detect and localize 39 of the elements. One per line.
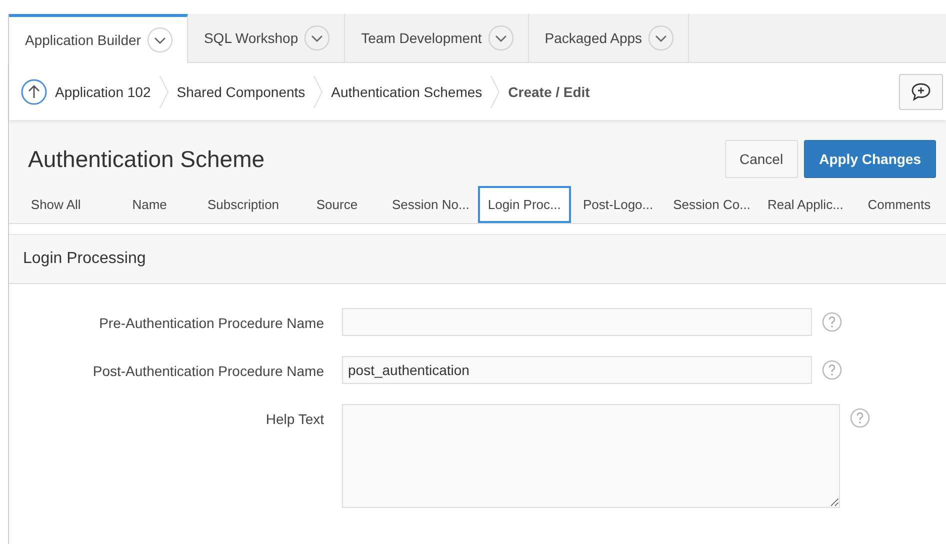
- section-tab[interactable]: Real Applic...: [758, 186, 852, 223]
- section-tab[interactable]: Subscription: [196, 186, 290, 223]
- help-icon[interactable]: [850, 408, 870, 428]
- chevron-down-icon: [648, 25, 674, 51]
- nav-tab[interactable]: Team Development: [345, 14, 529, 62]
- section-tab[interactable]: Show All: [9, 186, 103, 223]
- input-field[interactable]: [342, 308, 812, 336]
- feedback-button[interactable]: [899, 74, 943, 110]
- section-tab[interactable]: Login Proc...: [478, 186, 572, 223]
- section-tab[interactable]: Session Co...: [664, 186, 759, 223]
- breadcrumb-link[interactable]: Shared Components: [174, 84, 308, 100]
- breadcrumb-link[interactable]: Application 102: [53, 84, 153, 100]
- input-field[interactable]: post_authentication: [342, 356, 812, 384]
- breadcrumb-separator-icon: [313, 74, 324, 108]
- speech-bubble-plus-icon: [911, 82, 931, 100]
- section-tab[interactable]: Source: [290, 186, 384, 223]
- nav-tab[interactable]: Packaged Apps: [528, 14, 690, 62]
- chevron-down-icon: [304, 25, 330, 51]
- region-title: Login Processing: [23, 250, 146, 268]
- page-title: Authentication Scheme: [28, 146, 265, 172]
- breadcrumb-separator-icon: [490, 74, 500, 108]
- field-label: Help Text: [264, 410, 325, 429]
- section-tab[interactable]: Post-Logo...: [571, 186, 665, 223]
- field-label: Post-Authentication Procedure Name: [92, 362, 325, 381]
- chevron-down-icon: [488, 25, 514, 51]
- cancel-button[interactable]: Cancel: [724, 140, 798, 178]
- apply-changes-button[interactable]: Apply Changes: [804, 140, 936, 178]
- section-tab[interactable]: Comments: [852, 186, 946, 223]
- breadcrumb-link[interactable]: Authentication Schemes: [329, 84, 484, 100]
- breadcrumb-separator-icon: [158, 74, 169, 108]
- nav-tab[interactable]: SQL Workshop: [188, 14, 346, 62]
- section-tab[interactable]: Name: [102, 186, 196, 223]
- chevron-down-icon: [146, 27, 173, 53]
- text-area[interactable]: [342, 404, 840, 508]
- help-icon[interactable]: [822, 360, 842, 380]
- field-label: Pre-Authentication Procedure Name: [98, 314, 325, 333]
- nav-tab[interactable]: Application Builder: [9, 14, 188, 63]
- section-tab[interactable]: Session No...: [384, 186, 478, 223]
- help-icon[interactable]: [822, 312, 842, 332]
